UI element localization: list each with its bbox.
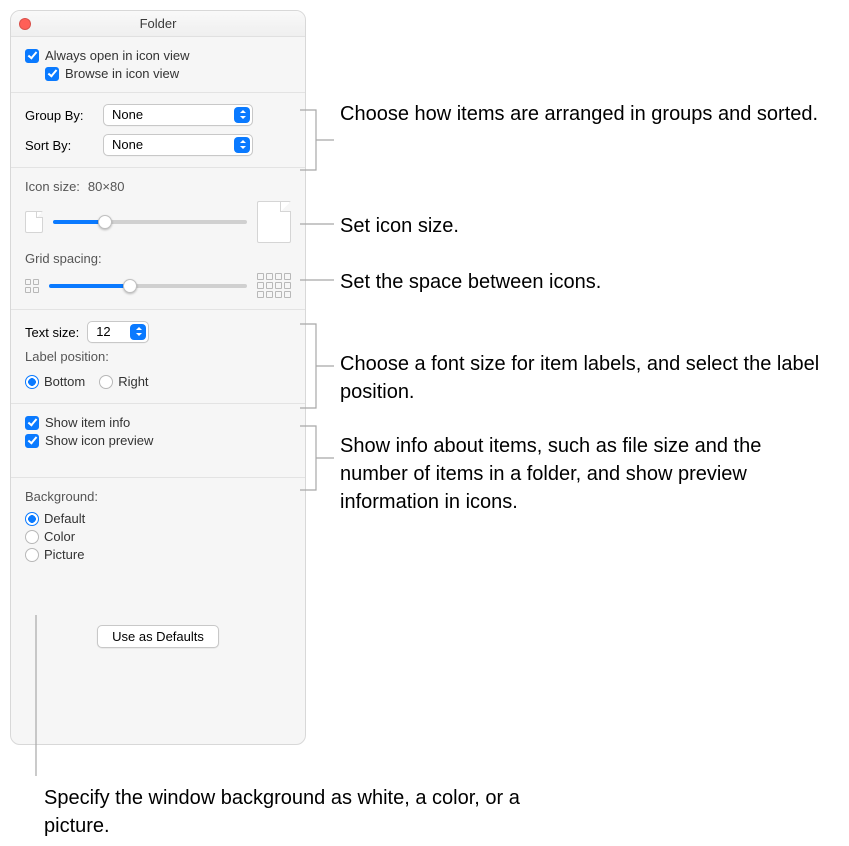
- section-show: Show item info Show icon preview: [11, 404, 305, 478]
- label-right-radio[interactable]: [99, 375, 113, 389]
- callout-background: Specify the window background as white, …: [44, 784, 534, 840]
- section-background: Background: Default Color Picture Use as…: [11, 478, 305, 676]
- section-text: Text size: 12 Label position: Bottom Rig…: [11, 310, 305, 404]
- sort-by-select[interactable]: None: [103, 134, 253, 156]
- bg-picture-label: Picture: [44, 547, 84, 562]
- show-item-info-label: Show item info: [45, 415, 130, 430]
- bg-default-label: Default: [44, 511, 85, 526]
- callout-grid-spacing: Set the space between icons.: [340, 268, 601, 296]
- sort-by-label: Sort By:: [25, 138, 95, 153]
- section-icon-grid: Icon size: 80×80 Grid spacing:: [11, 168, 305, 310]
- section-view-mode: Always open in icon view Browse in icon …: [11, 37, 305, 93]
- always-open-checkbox[interactable]: [25, 49, 39, 63]
- bg-default-radio[interactable]: [25, 512, 39, 526]
- bg-color-label: Color: [44, 529, 75, 544]
- label-bottom-text: Bottom: [44, 374, 85, 389]
- label-position-label: Label position:: [25, 349, 109, 364]
- use-as-defaults-button[interactable]: Use as Defaults: [97, 625, 219, 648]
- titlebar: Folder: [11, 11, 305, 37]
- text-size-label: Text size:: [25, 325, 79, 340]
- text-size-value: 12: [96, 324, 110, 339]
- text-size-select[interactable]: 12: [87, 321, 149, 343]
- browse-checkbox[interactable]: [45, 67, 59, 81]
- view-options-panel: Folder Always open in icon view Browse i…: [10, 10, 306, 745]
- callout-show: Show info about items, such as file size…: [340, 432, 830, 516]
- group-by-select[interactable]: None: [103, 104, 253, 126]
- callout-icon-size: Set icon size.: [340, 212, 459, 240]
- section-arrange: Group By: None Sort By: None: [11, 93, 305, 168]
- grid-spacing-label: Grid spacing:: [25, 251, 102, 266]
- large-file-icon: [257, 201, 291, 243]
- show-icon-preview-label: Show icon preview: [45, 433, 153, 448]
- bg-color-radio[interactable]: [25, 530, 39, 544]
- callout-text: Choose a font size for item labels, and …: [340, 350, 830, 406]
- group-by-label: Group By:: [25, 108, 95, 123]
- label-bottom-radio[interactable]: [25, 375, 39, 389]
- group-by-value: None: [112, 107, 143, 122]
- bg-picture-radio[interactable]: [25, 548, 39, 562]
- label-right-text: Right: [118, 374, 148, 389]
- small-file-icon: [25, 211, 43, 233]
- background-label: Background:: [25, 489, 98, 504]
- show-item-info-checkbox[interactable]: [25, 416, 39, 430]
- browse-label: Browse in icon view: [65, 66, 179, 81]
- icon-size-slider[interactable]: [53, 220, 247, 224]
- sort-by-value: None: [112, 137, 143, 152]
- icon-size-value: 80×80: [88, 179, 125, 194]
- callout-arrange: Choose how items are arranged in groups …: [340, 100, 818, 128]
- close-button[interactable]: [19, 18, 31, 30]
- grid-tight-icon: [25, 279, 39, 293]
- show-icon-preview-checkbox[interactable]: [25, 434, 39, 448]
- window-title: Folder: [140, 16, 177, 31]
- always-open-label: Always open in icon view: [45, 48, 190, 63]
- grid-spacing-slider[interactable]: [49, 284, 247, 288]
- icon-size-label: Icon size:: [25, 179, 80, 194]
- grid-loose-icon: [257, 273, 291, 298]
- use-as-defaults-text: Use as Defaults: [112, 629, 204, 644]
